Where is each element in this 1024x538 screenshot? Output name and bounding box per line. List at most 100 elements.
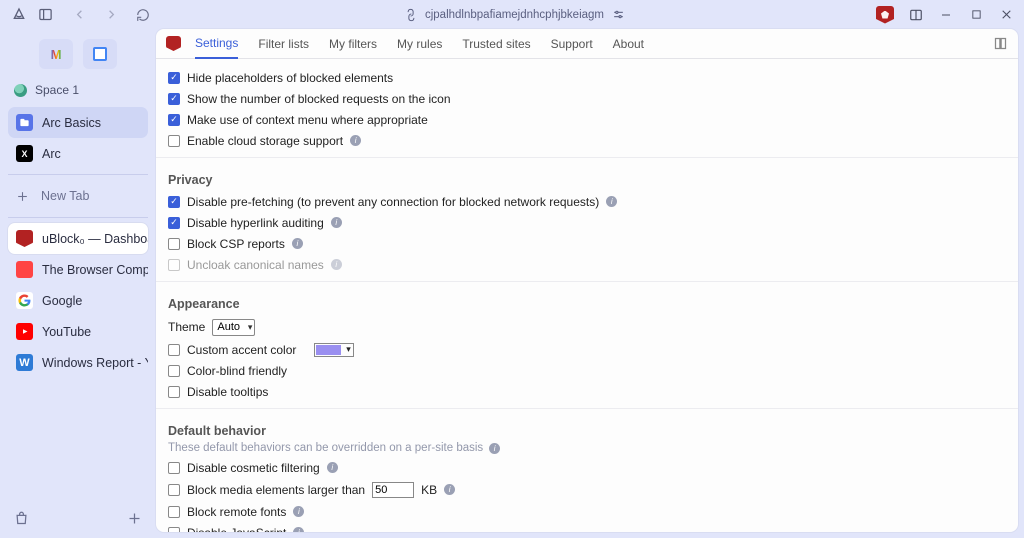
label-disable-cosmetic: Disable cosmetic filtering bbox=[187, 461, 320, 475]
checkbox-disable-hyperlink[interactable] bbox=[168, 217, 180, 229]
tab-settings[interactable]: Settings bbox=[195, 29, 238, 59]
x-icon: X bbox=[16, 145, 33, 162]
checkbox-block-csp[interactable] bbox=[168, 238, 180, 250]
sidebar-item-youtube[interactable]: YouTube bbox=[8, 316, 148, 347]
sidebar-item-ublock[interactable]: uBlock₀ — Dashboard bbox=[8, 223, 148, 254]
globe-icon bbox=[14, 84, 27, 97]
gmail-icon: M bbox=[51, 47, 62, 62]
label-disable-prefetch: Disable pre-fetching (to prevent any con… bbox=[187, 195, 599, 209]
checkbox-cloud-storage[interactable] bbox=[168, 135, 180, 147]
sidebar: M Space 1 Arc Basics X Arc New Tab uBloc… bbox=[0, 29, 156, 538]
tab-my-rules[interactable]: My rules bbox=[397, 30, 442, 58]
select-theme[interactable]: Auto bbox=[212, 319, 255, 336]
label-color-blind: Color-blind friendly bbox=[187, 364, 287, 378]
checkbox-disable-prefetch[interactable] bbox=[168, 196, 180, 208]
sidebar-item-arc-basics[interactable]: Arc Basics bbox=[8, 107, 148, 138]
window-maximize-button[interactable] bbox=[968, 7, 984, 23]
tab-about[interactable]: About bbox=[613, 30, 644, 58]
sidebar-item-google[interactable]: Google bbox=[8, 285, 148, 316]
new-tab-label: New Tab bbox=[41, 189, 89, 203]
sidebar-toggle-icon[interactable] bbox=[36, 6, 54, 24]
input-block-media-size[interactable] bbox=[372, 482, 414, 498]
split-icon[interactable] bbox=[908, 7, 924, 23]
sidebar-item-windows-report[interactable]: W Windows Report - Y… bbox=[8, 347, 148, 378]
youtube-icon bbox=[16, 323, 33, 340]
label-hide-placeholders: Hide placeholders of blocked elements bbox=[187, 71, 393, 85]
site-settings-icon[interactable] bbox=[612, 8, 625, 21]
window-close-button[interactable] bbox=[998, 7, 1014, 23]
section-default-behavior: Default behavior bbox=[168, 415, 1006, 442]
sidebar-item-label: The Browser Compa… bbox=[42, 263, 148, 277]
sidebar-item-label: Arc bbox=[42, 147, 61, 161]
profile-tile-gmail[interactable]: M bbox=[39, 39, 73, 69]
info-icon[interactable] bbox=[444, 484, 455, 495]
label-block-csp: Block CSP reports bbox=[187, 237, 285, 251]
info-icon[interactable] bbox=[331, 217, 342, 228]
book-icon[interactable] bbox=[993, 36, 1008, 51]
window-minimize-button[interactable] bbox=[938, 7, 954, 23]
sidebar-item-label: Arc Basics bbox=[42, 116, 101, 130]
label-disable-hyperlink: Disable hyperlink auditing bbox=[187, 216, 324, 230]
profile-tile-calendar[interactable] bbox=[83, 39, 117, 69]
sidebar-item-arc[interactable]: X Arc bbox=[8, 138, 148, 169]
sidebar-item-browser-company[interactable]: The Browser Compa… bbox=[8, 254, 148, 285]
settings-panel: Hide placeholders of blocked elements Sh… bbox=[156, 59, 1018, 532]
info-icon[interactable] bbox=[293, 527, 304, 532]
info-icon[interactable] bbox=[489, 443, 500, 454]
link-icon bbox=[402, 6, 419, 23]
checkbox-block-remote-fonts[interactable] bbox=[168, 506, 180, 518]
sidebar-item-label: uBlock₀ — Dashboard bbox=[42, 232, 148, 246]
browser-company-icon bbox=[16, 261, 33, 278]
label-cloud-storage: Enable cloud storage support bbox=[187, 134, 343, 148]
tab-trusted-sites[interactable]: Trusted sites bbox=[462, 30, 530, 58]
label-block-media-b: KB bbox=[421, 483, 437, 497]
label-disable-js: Disable JavaScript bbox=[187, 526, 286, 533]
checkbox-disable-tooltips[interactable] bbox=[168, 386, 180, 398]
section-privacy: Privacy bbox=[168, 164, 1006, 191]
url-text: cjpalhdlnbpafiamejdnhcphjbkeiagm bbox=[425, 9, 604, 21]
checkbox-uncloak bbox=[168, 259, 180, 271]
dashboard-tabs: Settings Filter lists My filters My rule… bbox=[156, 29, 1018, 59]
ublock-ext-icon[interactable] bbox=[876, 6, 894, 24]
add-icon[interactable] bbox=[127, 511, 142, 526]
ublock-icon bbox=[16, 230, 33, 247]
checkbox-show-number[interactable] bbox=[168, 93, 180, 105]
checkbox-disable-js[interactable] bbox=[168, 527, 180, 533]
tab-filter-lists[interactable]: Filter lists bbox=[258, 30, 309, 58]
checkbox-block-media[interactable] bbox=[168, 484, 180, 496]
label-block-remote-fonts: Block remote fonts bbox=[187, 505, 286, 519]
tab-my-filters[interactable]: My filters bbox=[329, 30, 377, 58]
checkbox-hide-placeholders[interactable] bbox=[168, 72, 180, 84]
arc-logo-icon bbox=[10, 6, 28, 24]
archive-icon[interactable] bbox=[14, 511, 29, 526]
sidebar-item-label: Google bbox=[42, 294, 82, 308]
label-show-number: Show the number of blocked requests on t… bbox=[187, 92, 451, 106]
new-tab-button[interactable]: New Tab bbox=[8, 180, 148, 212]
sidebar-item-label: Windows Report - Y… bbox=[42, 356, 148, 370]
checkbox-custom-accent[interactable] bbox=[168, 344, 180, 356]
space-selector[interactable]: Space 1 bbox=[8, 79, 148, 107]
section-appearance: Appearance bbox=[168, 288, 1006, 315]
windows-report-icon: W bbox=[16, 354, 33, 371]
info-icon[interactable] bbox=[327, 462, 338, 473]
info-icon[interactable] bbox=[350, 135, 361, 146]
info-icon[interactable] bbox=[331, 259, 342, 270]
plus-icon bbox=[16, 190, 29, 203]
titlebar: cjpalhdlnbpafiamejdnhcphjbkeiagm bbox=[0, 0, 1024, 29]
color-picker[interactable] bbox=[314, 343, 354, 357]
info-icon[interactable] bbox=[606, 196, 617, 207]
info-icon[interactable] bbox=[293, 506, 304, 517]
tab-support[interactable]: Support bbox=[551, 30, 593, 58]
checkbox-disable-cosmetic[interactable] bbox=[168, 462, 180, 474]
nav-reload-button[interactable] bbox=[132, 4, 154, 26]
label-uncloak: Uncloak canonical names bbox=[187, 258, 324, 272]
folder-icon bbox=[16, 114, 33, 131]
info-icon[interactable] bbox=[292, 238, 303, 249]
checkbox-context-menu[interactable] bbox=[168, 114, 180, 126]
label-context-menu: Make use of context menu where appropria… bbox=[187, 113, 428, 127]
label-theme: Theme bbox=[168, 320, 205, 334]
checkbox-color-blind[interactable] bbox=[168, 365, 180, 377]
url-bar[interactable]: cjpalhdlnbpafiamejdnhcphjbkeiagm bbox=[154, 8, 876, 21]
nav-forward-button[interactable] bbox=[100, 4, 122, 26]
nav-back-button[interactable] bbox=[68, 4, 90, 26]
